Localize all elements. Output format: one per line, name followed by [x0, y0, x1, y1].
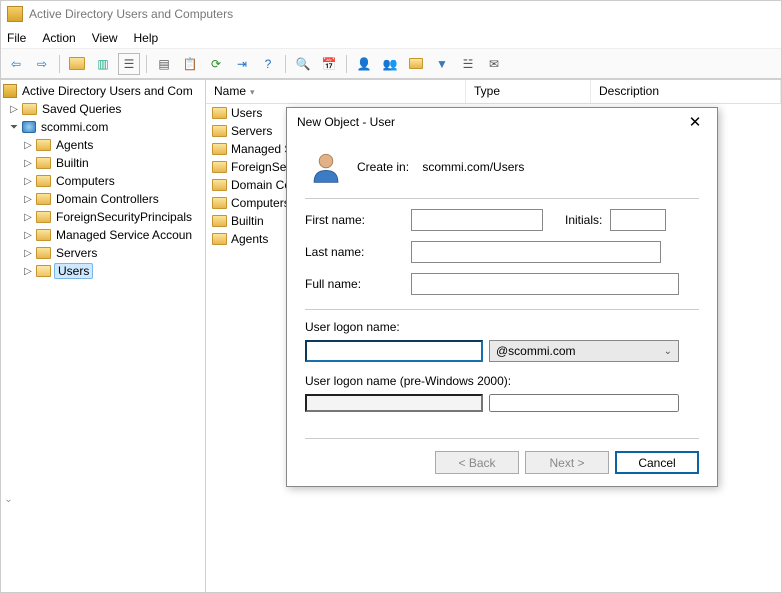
last-name-label: Last name: [305, 245, 411, 259]
pre2000-domain-input[interactable] [305, 394, 483, 412]
mail-button[interactable]: ✉ [483, 53, 505, 75]
folder-icon [212, 197, 227, 209]
expand-icon[interactable]: ▷ [23, 176, 33, 187]
dialog-title: New Object - User [297, 115, 395, 129]
expand-icon[interactable]: ▷ [23, 140, 33, 151]
tree-node-users[interactable]: ▷Users [1, 262, 205, 280]
folder-icon [36, 193, 51, 205]
menu-view[interactable]: View [92, 31, 118, 45]
new-user-button[interactable]: 👤 [353, 53, 375, 75]
app-icon [7, 6, 23, 22]
folder-icon [212, 107, 227, 119]
back-button[interactable]: < Back [435, 451, 519, 474]
folder-icon [36, 157, 51, 169]
expand-icon[interactable]: ▷ [23, 230, 33, 241]
menu-file[interactable]: File [7, 31, 26, 45]
refresh-button[interactable]: ⟳ [205, 53, 227, 75]
splitter-handle[interactable]: › [3, 499, 14, 502]
tree-node-builtin[interactable]: ▷Builtin [1, 154, 205, 172]
saved-query-button[interactable]: ☱ [457, 53, 479, 75]
column-type[interactable]: Type [466, 80, 591, 103]
folder-icon [212, 233, 227, 245]
expand-icon[interactable]: ▷ [9, 104, 19, 115]
folder-icon [212, 161, 227, 173]
first-name-label: First name: [305, 213, 411, 227]
domain-icon [22, 121, 36, 133]
initials-label: Initials: [565, 213, 602, 227]
folder-icon [36, 247, 51, 259]
expand-icon[interactable]: ▷ [23, 158, 33, 169]
menu-action[interactable]: Action [42, 31, 75, 45]
next-button[interactable]: Next > [525, 451, 609, 474]
column-name[interactable]: Name [206, 80, 466, 103]
showhide-tree-button[interactable]: ▥ [92, 53, 114, 75]
full-name-input[interactable] [411, 273, 679, 295]
initials-input[interactable] [610, 209, 666, 231]
help-button[interactable]: ? [257, 53, 279, 75]
tree-node-managed-service-accoun[interactable]: ▷Managed Service Accoun [1, 226, 205, 244]
first-name-input[interactable] [411, 209, 543, 231]
forward-button[interactable]: ⇨ [31, 53, 53, 75]
domain-suffix-select[interactable]: @scommi.com ⌄ [489, 340, 679, 362]
menu-help[interactable]: Help [134, 31, 159, 45]
folder-icon [212, 143, 227, 155]
expand-icon[interactable]: ▷ [23, 248, 33, 259]
full-name-label: Full name: [305, 277, 411, 291]
tree-root[interactable]: Active Directory Users and Com [1, 82, 205, 100]
user-icon [309, 150, 343, 184]
back-button[interactable]: ⇦ [5, 53, 27, 75]
aduc-icon [3, 84, 17, 98]
logon-pre2000-label: User logon name (pre-Windows 2000): [305, 374, 699, 388]
window-title: Active Directory Users and Computers [29, 7, 233, 21]
expand-icon[interactable]: ▷ [23, 194, 33, 205]
folder-icon [22, 103, 37, 115]
find-button[interactable]: 🔍 [292, 53, 314, 75]
tree-node-servers[interactable]: ▷Servers [1, 244, 205, 262]
cancel-button[interactable]: Cancel [615, 451, 699, 474]
clipboard-button[interactable]: 📋 [179, 53, 201, 75]
folder-icon [212, 179, 227, 191]
close-icon[interactable]: ✕ [683, 113, 707, 131]
list-header: Name Type Description [206, 80, 781, 104]
folder-icon [36, 211, 51, 223]
folder-icon [36, 139, 51, 151]
column-description[interactable]: Description [591, 80, 781, 103]
navigation-tree[interactable]: Active Directory Users and Com ▷ Saved Q… [1, 80, 206, 592]
toolbar: ⇦ ⇨ ▥ ☰ ▤ 📋 ⟳ ⇥ ? 🔍 📅 👤 👥 ▼ ☱ ✉ [1, 49, 781, 79]
last-name-input[interactable] [411, 241, 661, 263]
tree-domain[interactable]: ⏷ scommi.com [1, 118, 205, 136]
create-in-path: scommi.com/Users [422, 160, 524, 174]
menu-bar: File Action View Help [1, 27, 781, 49]
new-group-button[interactable]: 👥 [379, 53, 401, 75]
date-button[interactable]: 📅 [318, 53, 340, 75]
folder-icon [36, 175, 51, 187]
expand-icon[interactable]: ▷ [23, 266, 33, 277]
tree-node-computers[interactable]: ▷Computers [1, 172, 205, 190]
chevron-down-icon: ⌄ [664, 346, 672, 357]
window-titlebar: Active Directory Users and Computers [1, 1, 781, 27]
folder-icon [212, 215, 227, 227]
tree-node-agents[interactable]: ▷Agents [1, 136, 205, 154]
expand-icon[interactable]: ▷ [23, 212, 33, 223]
tree-saved-queries[interactable]: ▷ Saved Queries [1, 100, 205, 118]
logon-name-input[interactable] [305, 340, 483, 362]
folder-icon [36, 265, 51, 277]
create-in-label: Create in: [357, 160, 409, 174]
logon-name-label: User logon name: [305, 320, 699, 334]
filter-button[interactable]: ▼ [431, 53, 453, 75]
tree-node-domain-controllers[interactable]: ▷Domain Controllers [1, 190, 205, 208]
up-button[interactable] [66, 53, 88, 75]
new-ou-button[interactable] [405, 53, 427, 75]
folder-icon [212, 125, 227, 137]
collapse-icon[interactable]: ⏷ [9, 122, 19, 133]
export-button[interactable]: ⇥ [231, 53, 253, 75]
new-user-dialog: New Object - User ✕ Create in: scommi.co… [286, 107, 718, 487]
folder-icon [36, 229, 51, 241]
properties-button[interactable]: ▤ [153, 53, 175, 75]
tree-node-foreignsecurityprincipals[interactable]: ▷ForeignSecurityPrincipals [1, 208, 205, 226]
pre2000-name-input[interactable] [489, 394, 679, 412]
list-view-button[interactable]: ☰ [118, 53, 140, 75]
